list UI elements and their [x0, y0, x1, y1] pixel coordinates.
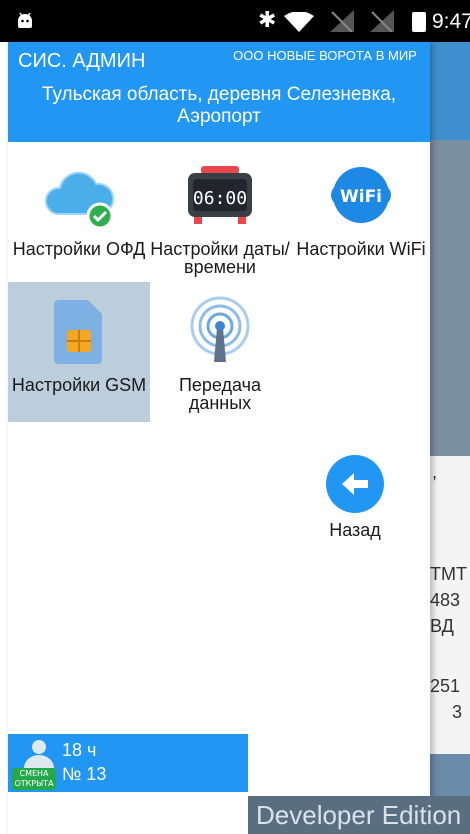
drawer-header: СИС. АДМИН ООО НОВЫЕ ВОРОТА В МИР Тульск… — [8, 42, 430, 142]
user-icon — [24, 740, 54, 768]
shift-open-badge: СМЕНА ОТКРЫТА — [12, 768, 56, 790]
organization-name: ООО НОВЫЕ ВОРОТА В МИР — [233, 48, 417, 63]
no-signal-icon — [330, 10, 354, 32]
background-text: 251 — [430, 676, 461, 696]
shift-number: № 13 — [62, 764, 107, 784]
bluetooth-icon: ✱ — [258, 8, 277, 33]
background-text: ВД — [430, 616, 454, 636]
gsm-settings-tile[interactable]: Настройки GSM — [8, 282, 150, 422]
shift-hours: 18 ч — [62, 740, 97, 760]
background-screen: , ТМТ 483 ВД 251 3 — [430, 42, 470, 834]
data-transfer-tile[interactable]: Передача данных — [149, 282, 291, 422]
no-signal-icon — [370, 10, 394, 32]
sim-card-icon — [54, 300, 102, 364]
wifi-badge-text: WiFi — [340, 187, 382, 207]
arrow-left-icon — [342, 473, 368, 495]
back-button[interactable] — [326, 455, 384, 513]
ofd-settings-label: Настройки ОФД — [12, 239, 146, 259]
gsm-settings-label: Настройки GSM — [11, 375, 147, 395]
wifi-icon — [284, 12, 314, 32]
user-role: СИС. АДМИН — [18, 50, 146, 72]
developer-edition-watermark: Developer Edition — [248, 796, 470, 834]
status-bar: ✱ 9:47 — [0, 0, 470, 42]
clock-display: 06:00 — [193, 188, 247, 209]
android-debug-icon — [18, 12, 32, 28]
background-text: 3 — [452, 702, 463, 722]
ofd-settings-tile[interactable]: Настройки ОФД — [8, 146, 150, 286]
background-text: 483 — [430, 590, 461, 610]
data-transfer-label: Передача данных — [178, 375, 262, 413]
background-text: , — [432, 462, 438, 482]
alarm-clock-icon: 06:00 — [188, 166, 252, 224]
battery-icon — [412, 12, 426, 32]
wifi-badge-icon: WiFi — [331, 167, 391, 223]
status-time: 9:47 — [432, 10, 470, 33]
wifi-settings-label: Настройки WiFi — [296, 239, 426, 259]
datetime-settings-label: Настройки даты/времени — [150, 239, 290, 277]
shift-status-bar: СМЕНА ОТКРЫТА 18 ч № 13 — [8, 734, 248, 792]
back-label[interactable]: Назад — [308, 520, 402, 541]
cloud-check-icon — [45, 171, 114, 230]
store-address: Тульская область, деревня Селезневка, Аэ… — [41, 84, 397, 127]
settings-drawer: СИС. АДМИН ООО НОВЫЕ ВОРОТА В МИР Тульск… — [8, 42, 430, 834]
wifi-settings-tile[interactable]: WiFi Настройки WiFi — [290, 146, 432, 286]
datetime-settings-tile[interactable]: 06:00 Настройки даты/времени — [149, 146, 291, 286]
antenna-icon — [190, 296, 250, 362]
background-text: ТМТ — [430, 564, 467, 584]
